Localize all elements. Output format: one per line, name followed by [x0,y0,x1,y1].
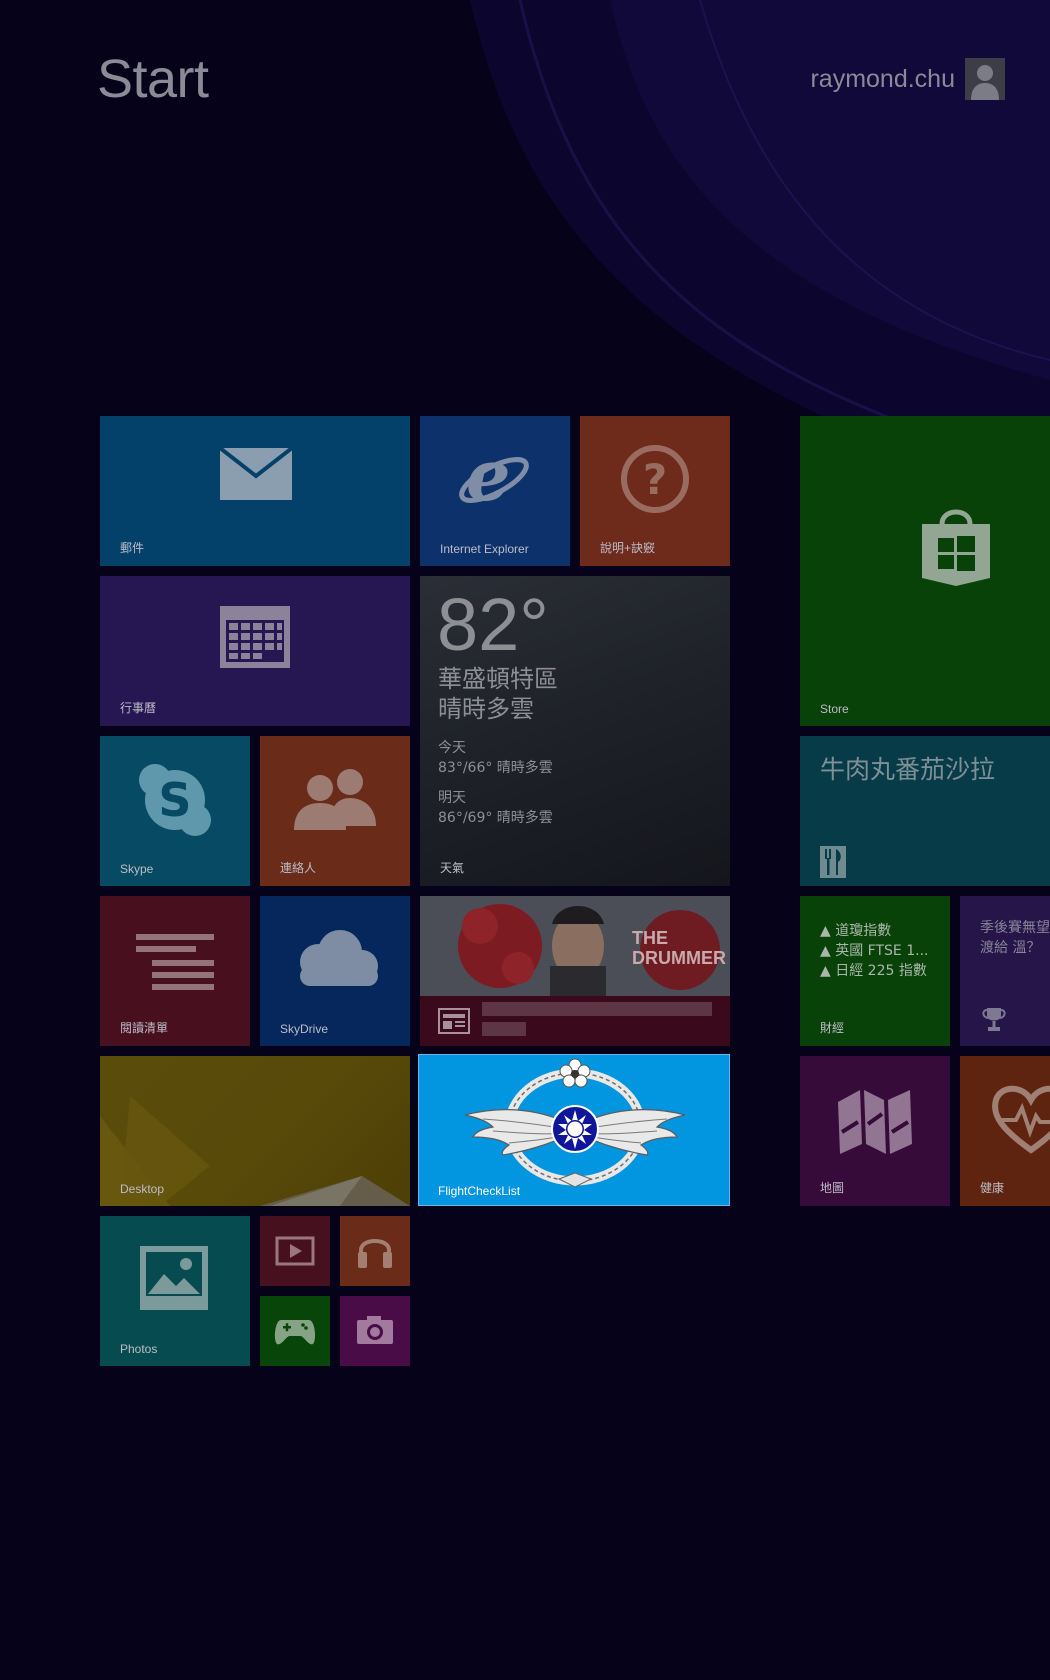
news-photo-text: THE DRUMMER [632,928,726,968]
reading-list-icon [136,934,214,990]
tile-finance[interactable]: ▲ 道瓊指數 ▲ 英國 FTSE 1... ▲ 日經 225 指數 財經 [800,896,950,1046]
tile-desktop[interactable]: Desktop [100,1056,410,1206]
food-recipe-title: 牛肉丸番茄沙拉 [820,755,996,784]
tile-label: 財經 [820,1021,845,1035]
blurred-headline [482,1002,712,1016]
tile-flightchecklist[interactable]: FlightCheckList [418,1054,730,1206]
blurred-headline [482,1022,526,1036]
finance-index-line: ▲ 英國 FTSE 1... [820,943,929,959]
weather-temperature: 82° [437,583,549,666]
tile-label: 連絡人 [280,861,317,875]
photos-icon [140,1246,208,1310]
heart-icon [992,1085,1050,1154]
tile-label: Desktop [120,1182,165,1196]
news-headline-bar [420,996,730,1046]
store-bag-icon [922,509,990,586]
weather-today-forecast: 83°/66° 晴時多雲 [438,760,553,776]
tile-news[interactable]: THE DRUMMER [420,896,730,1046]
tile-camera[interactable] [340,1296,410,1366]
tile-label: 郵件 [120,541,145,555]
cloud-icon [300,930,378,986]
tile-sports[interactable]: 季後賽無望 修被讓渡給 溫？ [960,896,1050,1046]
finance-index-line: ▲ 日經 225 指數 [820,963,927,979]
gamepad-icon [274,1320,316,1345]
tile-video[interactable] [260,1216,330,1286]
tile-label: 行事曆 [120,701,157,715]
tile-internet-explorer[interactable]: e Internet Explorer [420,416,570,566]
fork-knife-icon [820,846,846,878]
tile-photos[interactable]: Photos [100,1216,250,1366]
help-icon: ? [621,445,689,513]
map-icon [838,1090,912,1154]
news-icon [438,1008,470,1034]
svg-text:?: ? [643,455,667,504]
finance-index-line: ▲ 道瓊指數 [820,923,892,939]
camera-icon [357,1316,393,1344]
tile-games[interactable] [260,1296,330,1366]
trophy-icon [982,1008,1006,1031]
tile-label: 天氣 [440,861,465,875]
user-silhouette-icon [971,65,999,100]
weather-location: 華盛頓特區 晴時多雲 [438,664,558,724]
tile-label: Store [820,702,849,716]
tile-label: Photos [120,1342,158,1356]
tile-store[interactable]: Store [800,416,1050,726]
mail-icon [220,448,292,500]
tile-skydrive[interactable]: SkyDrive [260,896,410,1046]
avatar[interactable] [965,58,1005,100]
user-account[interactable]: raymond.chu [810,58,1005,100]
tile-maps[interactable]: 地圖 [800,1056,950,1206]
sports-headline: 季後賽無望 修被讓渡給 溫？ [980,920,1050,956]
tile-label: 地圖 [820,1181,845,1195]
news-photo: THE DRUMMER [420,896,730,996]
tile-music[interactable] [340,1216,410,1286]
tile-label: Internet Explorer [440,542,529,556]
tile-label: 說明+訣竅 [600,541,656,555]
people-icon [294,769,376,830]
tile-label: 閱讀清單 [120,1021,169,1035]
tile-weather[interactable]: 82° 華盛頓特區 晴時多雲 今天 83°/66° 晴時多雲 明天 86°/69… [420,576,730,886]
tile-people[interactable]: 連絡人 [260,736,410,886]
tile-health[interactable]: 健康 [960,1056,1050,1206]
svg-text:S: S [158,773,191,827]
tile-skype[interactable]: S Skype [100,736,250,886]
tile-calendar[interactable]: 行事曆 [100,576,410,726]
weather-condition: 晴時多雲 [438,695,534,723]
weather-location-name: 華盛頓特區 [438,665,558,693]
headphones-icon [358,1239,392,1268]
user-name: raymond.chu [810,64,955,93]
weather-tomorrow-label: 明天 [438,790,466,806]
tile-help-tips[interactable]: ? 說明+訣竅 [580,416,730,566]
tile-food-drink[interactable]: 牛肉丸番茄沙拉 [800,736,1050,886]
tile-label: SkyDrive [280,1022,329,1036]
tile-label: 健康 [980,1181,1005,1195]
video-icon [275,1236,315,1266]
weather-today-label: 今天 [438,740,466,756]
tile-label: FlightCheckList [438,1184,521,1198]
page-title: Start [97,49,209,109]
air-force-emblem-icon [464,1058,686,1188]
internet-explorer-icon: e [459,442,529,514]
tile-label: Skype [120,862,154,876]
skype-icon: S [139,764,211,836]
tile-reading-list[interactable]: 閱讀清單 [100,896,250,1046]
tile-mail[interactable]: 郵件 [100,416,410,566]
calendar-icon [220,606,290,668]
weather-tomorrow-forecast: 86°/69° 晴時多雲 [438,810,553,826]
